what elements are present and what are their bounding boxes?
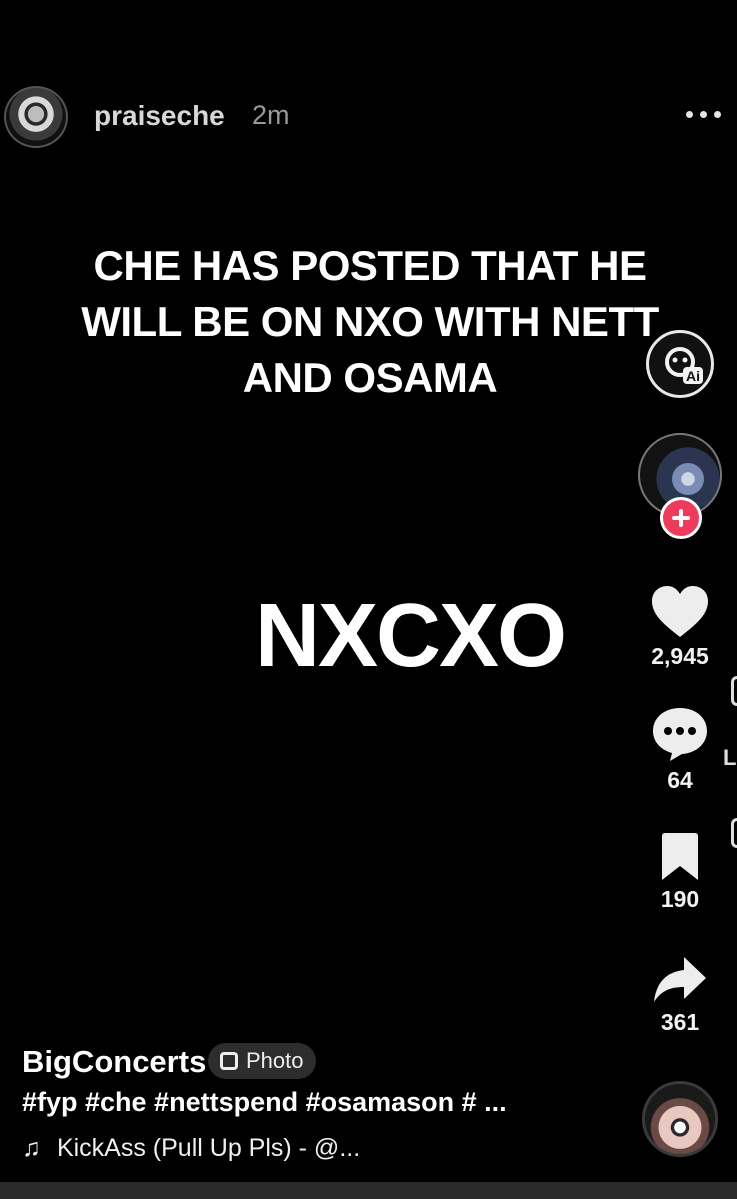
svg-text:Ai: Ai [686,368,700,384]
comment-button[interactable]: 64 [640,705,720,794]
follow-plus-icon[interactable] [660,497,702,539]
music-title[interactable]: KickAss (Pull Up Pls) - @... [57,1134,360,1162]
comment-count: 64 [667,767,693,793]
edge-overlay-letter: L [723,745,737,770]
photo-icon [220,1052,238,1070]
nxcxo-logo-text: NXCXO [254,586,567,686]
music-note-icon: ♫ [22,1134,41,1162]
more-options-icon[interactable] [684,99,724,129]
like-button[interactable]: 2,945 [640,585,720,670]
share-count: 361 [660,1009,700,1035]
author-name[interactable]: BigConcerts [22,1044,206,1080]
edge-overlay-icon [731,676,737,706]
bottom-bar [0,1182,737,1199]
like-count: 2,945 [651,643,709,669]
bookmark-icon [662,833,698,880]
comment-icon [653,708,707,761]
poster-avatar[interactable] [4,86,68,148]
sound-disc-avatar[interactable] [642,1081,718,1157]
share-button[interactable]: 361 [640,955,720,1036]
share-arrow-icon [654,957,706,1002]
save-button[interactable]: 190 [640,832,720,913]
post-headline-text: CHE HAS POSTED THAT HE WILL BE ON NXO WI… [81,242,659,401]
heart-icon [652,586,708,637]
poster-username[interactable]: praiseche [94,100,225,132]
post-header: praiseche 2m [0,86,737,148]
post-timestamp: 2m [252,100,290,130]
ai-badge-icon[interactable]: Ai [646,330,714,398]
edge-overlay-icon-2 [731,818,737,848]
photo-badge[interactable]: Photo [208,1043,316,1079]
caption-hashtags[interactable]: #fyp #che #nettspend #osamason # ... [22,1087,507,1118]
music-row[interactable]: ♫ KickAss (Pull Up Pls) - @... [22,1134,360,1163]
photo-badge-label: Photo [246,1048,304,1073]
save-count: 190 [660,886,700,912]
